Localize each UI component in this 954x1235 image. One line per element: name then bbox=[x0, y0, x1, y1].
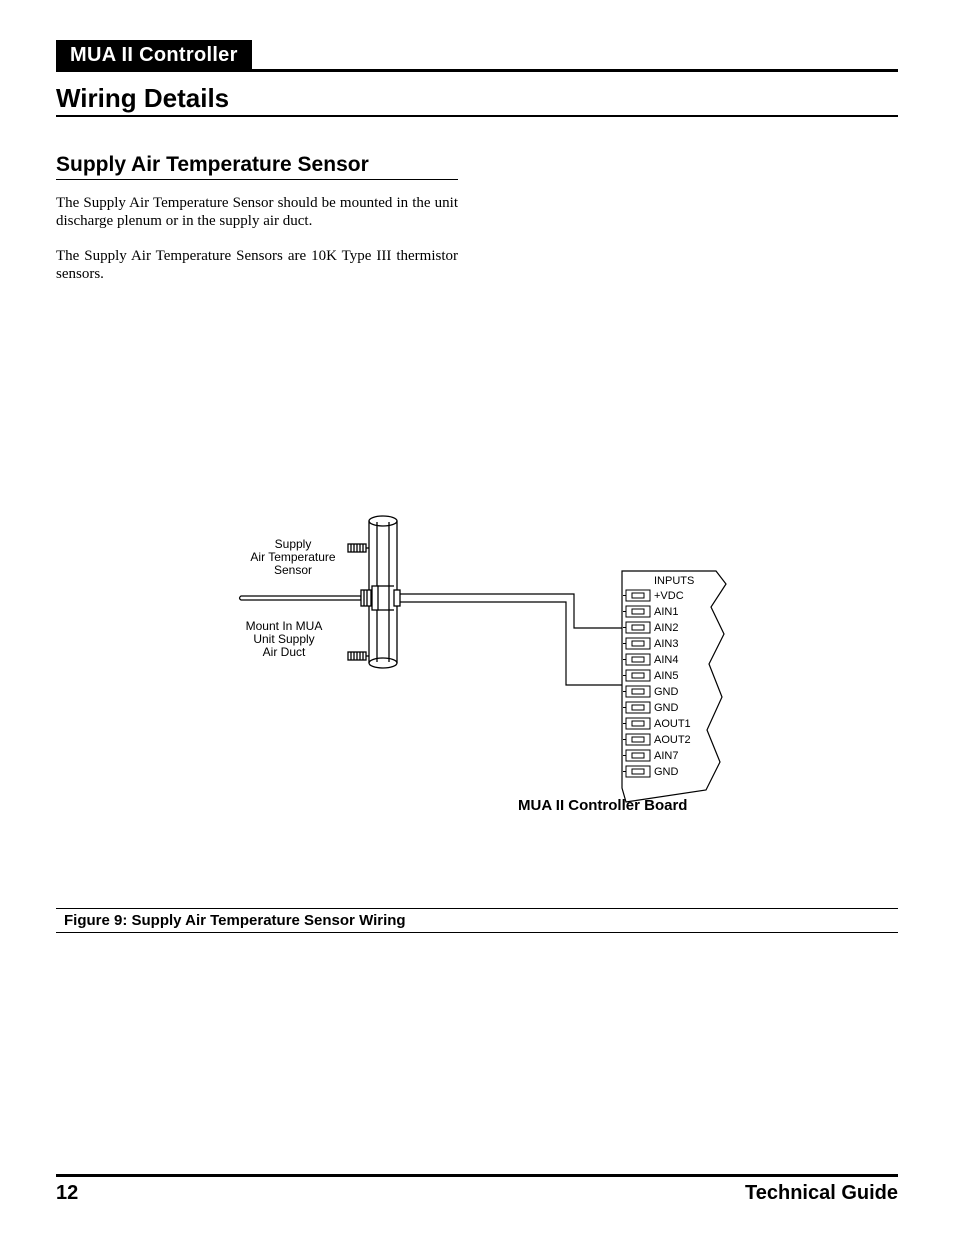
sensor-label-l2: Air Temperature bbox=[250, 550, 335, 564]
page-number: 12 bbox=[56, 1182, 78, 1205]
terminal-label: AIN1 bbox=[654, 606, 678, 618]
header-tag: MUA II Controller bbox=[56, 40, 252, 72]
mount-label-l3: Air Duct bbox=[263, 645, 306, 659]
mount-label-l2: Unit Supply bbox=[253, 632, 314, 646]
sensor-label-l3: Sensor bbox=[274, 563, 312, 577]
mount-label-l1: Mount In MUA bbox=[246, 619, 323, 633]
terminal-label: AOUT2 bbox=[654, 734, 691, 746]
section-title: Wiring Details bbox=[56, 83, 898, 114]
section-underline bbox=[56, 115, 898, 117]
subsection-underline bbox=[56, 179, 458, 180]
terminal-label: GND bbox=[654, 766, 679, 778]
figure-caption: Figure 9: Supply Air Temperature Sensor … bbox=[56, 908, 898, 933]
wiring-diagram: INPUTS Supply Air Temperature Sensor Mou… bbox=[156, 472, 798, 812]
terminal-label: AIN3 bbox=[654, 638, 678, 650]
terminal-label: AIN2 bbox=[654, 622, 678, 634]
terminal-label: AIN7 bbox=[654, 750, 678, 762]
terminal-label: AOUT1 bbox=[654, 718, 691, 730]
sensor-label-l1: Supply bbox=[275, 537, 312, 551]
body-paragraph-1: The Supply Air Temperature Sensor should… bbox=[56, 194, 458, 231]
inputs-header: INPUTS bbox=[654, 575, 694, 587]
terminal-label: +VDC bbox=[654, 590, 684, 602]
subsection-title: Supply Air Temperature Sensor bbox=[56, 153, 898, 179]
board-caption: MUA II Controller Board bbox=[518, 797, 687, 814]
terminal-label: AIN4 bbox=[654, 654, 678, 666]
body-paragraph-2: The Supply Air Temperature Sensors are 1… bbox=[56, 247, 458, 284]
terminal-label: AIN5 bbox=[654, 670, 678, 682]
footer-rule bbox=[56, 1174, 898, 1177]
terminal-label: GND bbox=[654, 702, 679, 714]
terminal-label: GND bbox=[654, 686, 679, 698]
footer-doc-title: Technical Guide bbox=[745, 1182, 898, 1205]
